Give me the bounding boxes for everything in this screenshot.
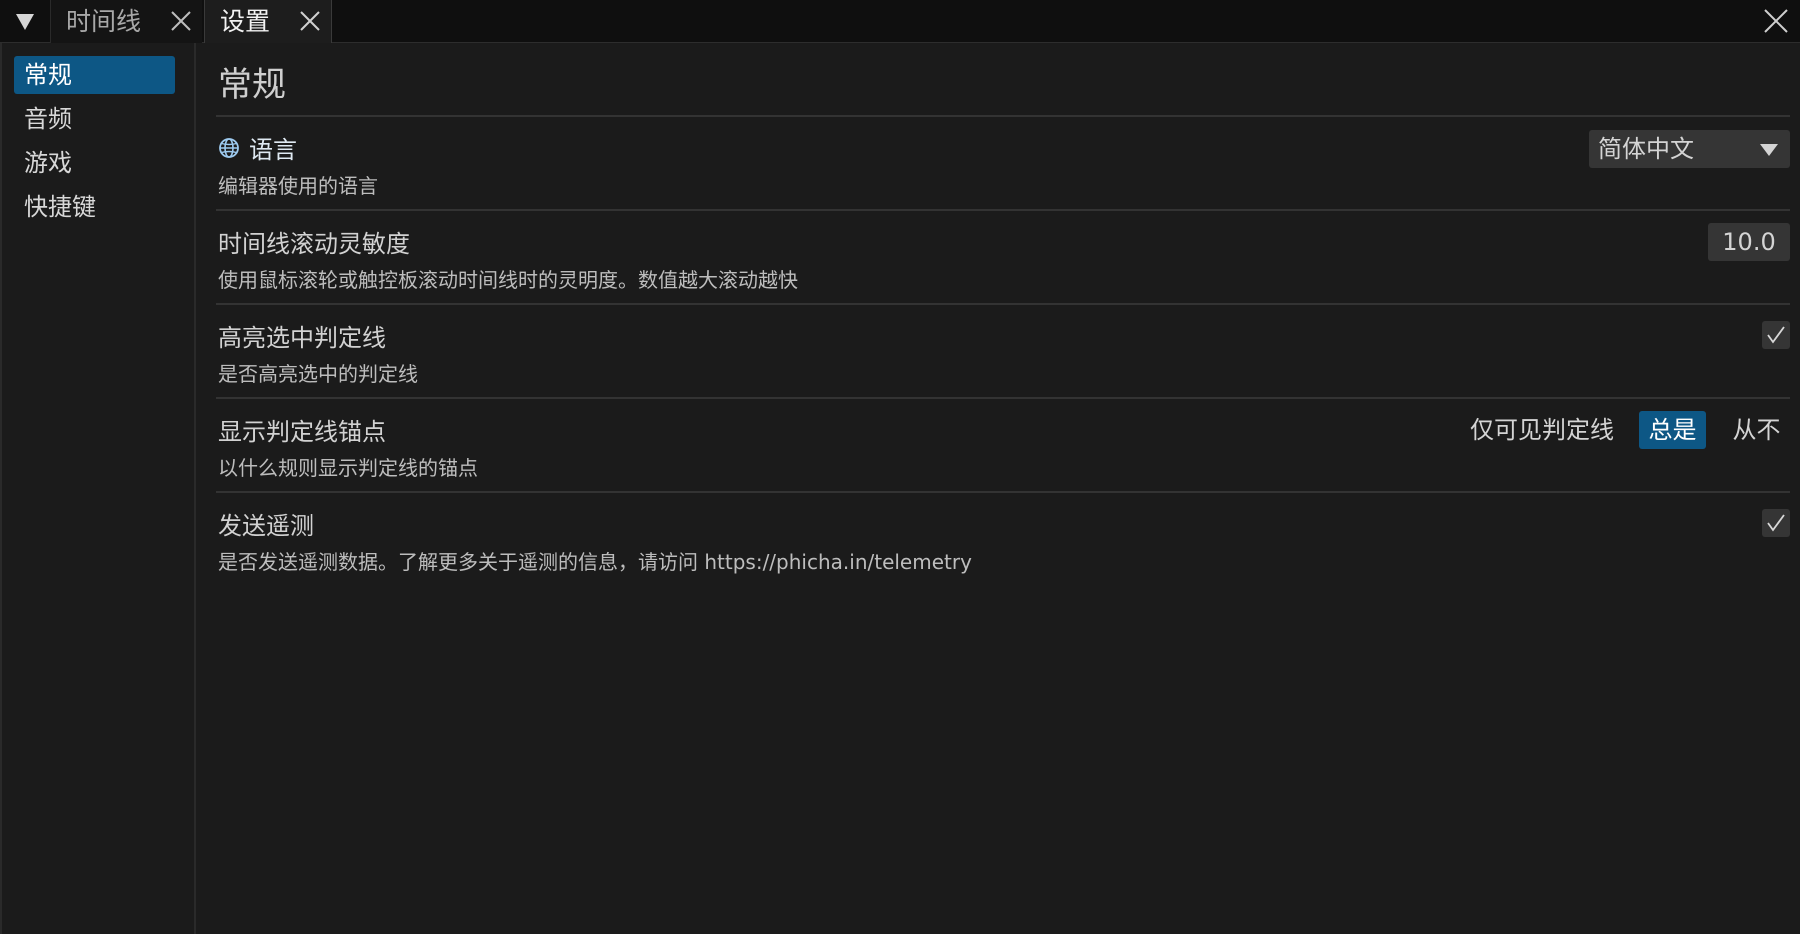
divider [216,397,1790,399]
anchor-option-always[interactable]: 总是 [1639,411,1706,449]
sidebar-item-game[interactable]: 游戏 [14,144,175,182]
sidebar-item-general[interactable]: 常规 [14,56,175,94]
tab-menu-button[interactable] [0,0,50,43]
setting-label-text: 语言 [249,136,297,164]
close-icon[interactable] [299,10,321,32]
sidebar-item-audio[interactable]: 音频 [14,100,175,138]
sidebar-item-shortcuts[interactable]: 快捷键 [14,188,175,226]
highlight-selected-line-checkbox[interactable] [1762,321,1790,349]
setting-language-label: 语言 [218,130,297,165]
dropdown-value: 简体中文 [1598,135,1694,163]
setting-scroll-sensitivity-description: 使用鼠标滚轮或触控板滚动时间线时的灵明度。数值越大滚动越快 [218,268,798,292]
page-title: 常规 [218,65,286,105]
tab-label: 时间线 [66,7,142,36]
divider [216,491,1790,493]
settings-sidebar: 常规 音频 游戏 快捷键 [0,43,196,934]
setting-language-description: 编辑器使用的语言 [218,174,378,198]
chevron-down-icon [1760,144,1778,156]
anchor-option-never[interactable]: 从不 [1723,411,1790,449]
setting-anchors-label: 显示判定线锚点 [218,418,386,446]
setting-highlight-label: 高亮选中判定线 [218,324,386,352]
triangle-down-icon [16,13,34,30]
tab-timeline[interactable]: 时间线 [50,0,202,43]
setting-scroll-sensitivity-label: 时间线滚动灵敏度 [218,230,410,258]
divider [216,209,1790,211]
language-dropdown[interactable]: 简体中文 [1589,130,1790,168]
divider [216,115,1790,117]
tab-bar: 时间线 设置 [0,0,1800,43]
window-close-icon[interactable] [1762,7,1790,35]
tab-label: 设置 [220,7,271,36]
send-telemetry-checkbox[interactable] [1762,509,1790,537]
settings-window: 时间线 设置 常规 音频 游戏 快捷键 常规 语言 编辑器使用的语言 简体中文 … [0,0,1800,934]
settings-panel: 常规 语言 编辑器使用的语言 简体中文 时间线滚动灵敏度 使用鼠标滚轮或触控板滚… [196,43,1800,934]
close-icon[interactable] [170,10,192,32]
divider [216,303,1790,305]
setting-highlight-description: 是否高亮选中的判定线 [218,362,418,386]
setting-anchors-description: 以什么规则显示判定线的锚点 [218,456,478,480]
checkmark-icon [1767,514,1785,532]
scroll-sensitivity-input[interactable]: 10.0 [1708,223,1790,261]
checkmark-icon [1767,326,1785,344]
globe-icon [219,137,239,158]
anchor-option-visible-only[interactable]: 仅可见判定线 [1462,411,1622,449]
tab-settings[interactable]: 设置 [204,0,332,43]
setting-telemetry-description: 是否发送遥测数据。了解更多关于遥测的信息，请访问 https://phicha.… [218,550,972,574]
setting-telemetry-label: 发送遥测 [218,512,314,540]
